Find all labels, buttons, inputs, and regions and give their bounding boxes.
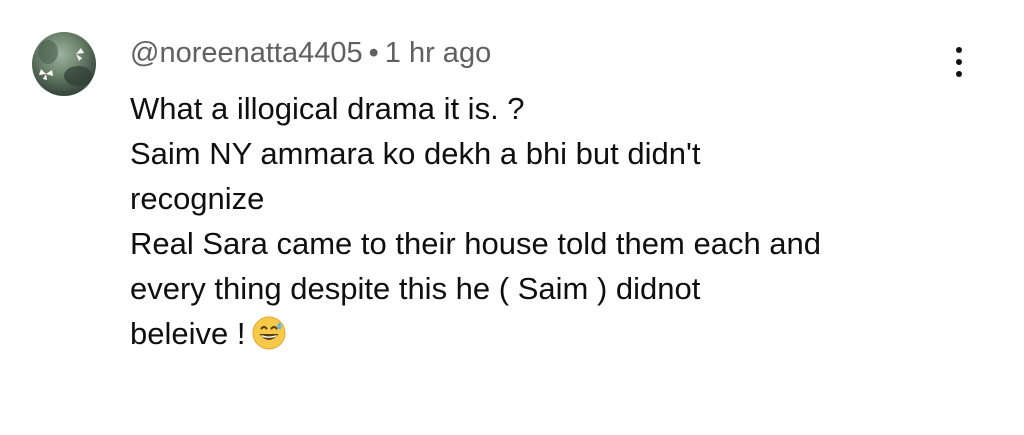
comment-last-line: beleive ! — [130, 311, 970, 356]
comment-line: recognize — [130, 181, 265, 216]
comment: @noreenatta4405 • 1 hr ago What a illogica… — [0, 0, 1024, 435]
comment-text: What a illogical drama it is. ? Saim NY … — [130, 86, 970, 356]
more-vertical-icon-dot — [956, 47, 962, 53]
author-name[interactable]: @noreenatta4405 — [130, 37, 363, 69]
meta-separator: • — [368, 37, 379, 69]
comment-line: every thing despite this he ( Saim ) did… — [130, 271, 701, 306]
more-vertical-icon-dot — [956, 71, 962, 77]
comment-timestamp[interactable]: 1 hr ago — [385, 37, 491, 69]
comment-line: Real Sara came to their house told them … — [130, 226, 822, 261]
butterfly-avatar-icon — [38, 40, 92, 86]
comment-meta: @noreenatta4405 • 1 hr ago — [130, 35, 491, 71]
more-options-button[interactable] — [945, 40, 973, 84]
comment-line: Saim NY ammara ko dekh a bhi but didn't — [130, 136, 701, 171]
grinning-face-with-sweat-emoji-icon — [251, 315, 287, 351]
comment-line: What a illogical drama it is. ? — [130, 91, 525, 126]
comment-line-text: beleive ! — [130, 316, 246, 351]
more-vertical-icon-dot — [956, 59, 962, 65]
avatar[interactable] — [32, 32, 96, 96]
